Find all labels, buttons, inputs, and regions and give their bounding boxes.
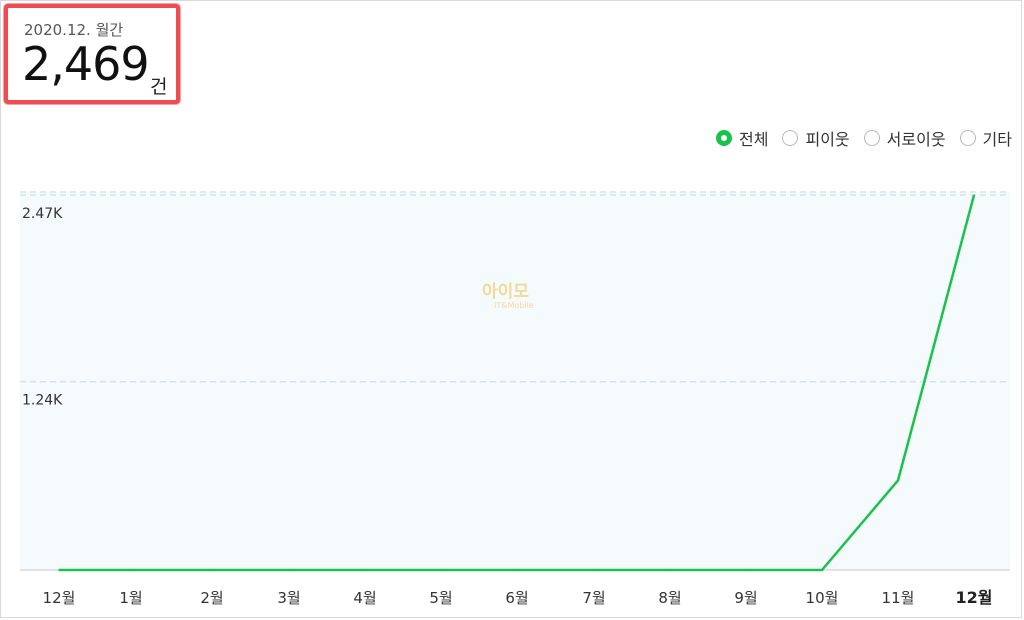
x-tick-label: 2월 — [200, 589, 223, 607]
data-point — [440, 569, 442, 571]
x-tick-label: 9월 — [734, 589, 757, 607]
data-point — [821, 569, 823, 571]
data-point — [897, 479, 899, 482]
x-tick-label: 10월 — [806, 589, 839, 607]
x-tick-label: 8월 — [658, 589, 681, 607]
x-tick-label: 11월 — [882, 589, 915, 607]
data-point — [745, 569, 747, 571]
watermark-logo: 아이모 IT&Mobile — [482, 282, 534, 311]
data-point — [593, 569, 595, 571]
y-tick-label: 1.24K — [22, 393, 63, 409]
x-tick-label: 5월 — [429, 589, 452, 607]
data-point — [130, 569, 132, 571]
watermark-main-text: 아이모 — [482, 282, 529, 302]
x-tick-label: 1월 — [119, 589, 142, 607]
data-point — [669, 569, 671, 571]
x-tick-label: 4월 — [353, 589, 376, 607]
x-tick-label: 12월 — [956, 588, 993, 607]
data-point — [211, 569, 213, 571]
data-point — [973, 194, 975, 196]
x-tick-label: 12월 — [43, 589, 76, 607]
x-tick-label: 7월 — [582, 589, 605, 607]
line-chart: 2.47K 1.24K 12월 1월 2월 3월 4월 5월 6월 7월 8월 9월 10월 11월 12월 — [20, 191, 1010, 607]
watermark-sub-text: IT&Mobile — [494, 301, 534, 310]
data-point — [58, 569, 60, 571]
data-point — [364, 569, 366, 571]
x-tick-label: 3월 — [277, 589, 300, 607]
data-point — [288, 569, 290, 571]
y-tick-label: 2.47K — [22, 206, 63, 222]
x-tick-label: 6월 — [505, 589, 528, 607]
data-point — [516, 569, 518, 571]
